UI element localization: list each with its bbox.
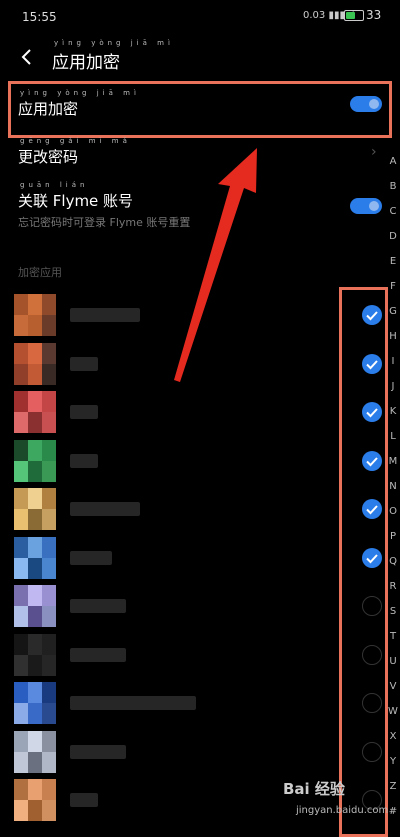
- index-letter[interactable]: Q: [386, 556, 400, 567]
- index-letter[interactable]: D: [386, 231, 400, 242]
- index-letter[interactable]: U: [386, 656, 400, 667]
- app-name-redacted: [70, 405, 98, 419]
- app-name-redacted: [70, 647, 126, 662]
- app-name-redacted: [70, 308, 140, 322]
- app-name-redacted: [70, 453, 98, 468]
- baidu-watermark: Bai 经验: [283, 780, 345, 798]
- index-letter[interactable]: X: [386, 731, 400, 742]
- index-letter[interactable]: L: [386, 431, 400, 442]
- alphabet-index[interactable]: A B C D E F G H I J K L M N O P Q R S T U V W X Y Z #: [386, 156, 400, 826]
- app-icon: [14, 682, 56, 724]
- app-name-redacted: [70, 793, 98, 807]
- app-icon: [14, 342, 56, 385]
- status-time: 15:55: [22, 10, 57, 24]
- index-letter[interactable]: N: [386, 481, 400, 492]
- index-letter[interactable]: I: [386, 356, 400, 367]
- title-pinyin: yìng yòng jiā mì: [54, 39, 174, 47]
- app-lock-row[interactable]: yìng yòng jiā mì 应用加密: [18, 89, 388, 120]
- red-arrow-annotation: [174, 148, 257, 382]
- app-icon: [14, 730, 56, 773]
- chevron-right-icon: ›: [371, 144, 377, 160]
- app-icon: [14, 633, 56, 676]
- app-icon: [14, 488, 56, 530]
- app-icon: [14, 294, 56, 336]
- index-letter[interactable]: W: [386, 706, 400, 717]
- section-label-encrypted-apps: 加密应用: [18, 266, 62, 279]
- app-icon: [14, 585, 56, 627]
- index-letter[interactable]: E: [386, 256, 400, 267]
- app-list-item[interactable]: [0, 632, 390, 680]
- index-letter[interactable]: V: [386, 681, 400, 692]
- status-bar: 15:55 0.03 ▮▮▮ ⚡ 33: [0, 0, 400, 34]
- app-icon: [14, 391, 56, 433]
- index-letter[interactable]: H: [386, 331, 400, 342]
- index-letter[interactable]: M: [386, 456, 400, 467]
- app-lock-label: yìng yòng jiā mì 应用加密: [18, 89, 140, 118]
- index-letter[interactable]: B: [386, 181, 400, 192]
- baidu-watermark-url: jingyan.baidu.com: [296, 805, 389, 816]
- battery-icon: [344, 10, 364, 21]
- app-list-item[interactable]: [0, 583, 390, 631]
- app-list-item[interactable]: [0, 438, 390, 486]
- app-lock-toggle[interactable]: [350, 96, 382, 112]
- index-letter[interactable]: S: [386, 606, 400, 617]
- index-letter[interactable]: Y: [386, 756, 400, 767]
- app-name-redacted: [70, 502, 140, 516]
- network-speed: 0.03: [303, 10, 326, 21]
- app-name-redacted: [70, 696, 196, 710]
- app-icon: [14, 439, 56, 482]
- page-title: yìng yòng jiā mì 应用加密: [52, 39, 174, 73]
- app-name-redacted: [70, 356, 98, 371]
- index-letter[interactable]: F: [386, 281, 400, 292]
- index-letter[interactable]: R: [386, 581, 400, 592]
- link-flyme-label: guān lián 关联 Flyme 账号: [18, 181, 134, 210]
- link-flyme-toggle[interactable]: [350, 198, 382, 214]
- index-letter[interactable]: K: [386, 406, 400, 417]
- battery-percent: 33: [366, 8, 382, 22]
- index-letter[interactable]: T: [386, 631, 400, 642]
- index-letter[interactable]: J: [386, 381, 400, 392]
- index-letter[interactable]: P: [386, 531, 400, 542]
- app-icon: [14, 779, 56, 821]
- back-arrow-icon[interactable]: [16, 46, 38, 68]
- app-list-item[interactable]: [0, 535, 390, 583]
- app-list-item[interactable]: [0, 729, 390, 777]
- app-icon: [14, 536, 56, 579]
- index-letter[interactable]: O: [386, 506, 400, 517]
- highlight-box-checks: [339, 287, 388, 837]
- index-letter[interactable]: C: [386, 206, 400, 217]
- app-name-redacted: [70, 599, 126, 613]
- app-list-item[interactable]: [0, 389, 390, 437]
- app-name-redacted: [70, 550, 112, 565]
- app-name-redacted: [70, 744, 126, 759]
- app-list-item[interactable]: [0, 680, 390, 728]
- index-letter[interactable]: Z: [386, 781, 400, 792]
- index-letter[interactable]: A: [386, 156, 400, 167]
- change-password-label: gēng gǎi mì mǎ 更改密码: [18, 137, 131, 166]
- app-list-item[interactable]: [0, 486, 390, 534]
- index-letter[interactable]: G: [386, 306, 400, 317]
